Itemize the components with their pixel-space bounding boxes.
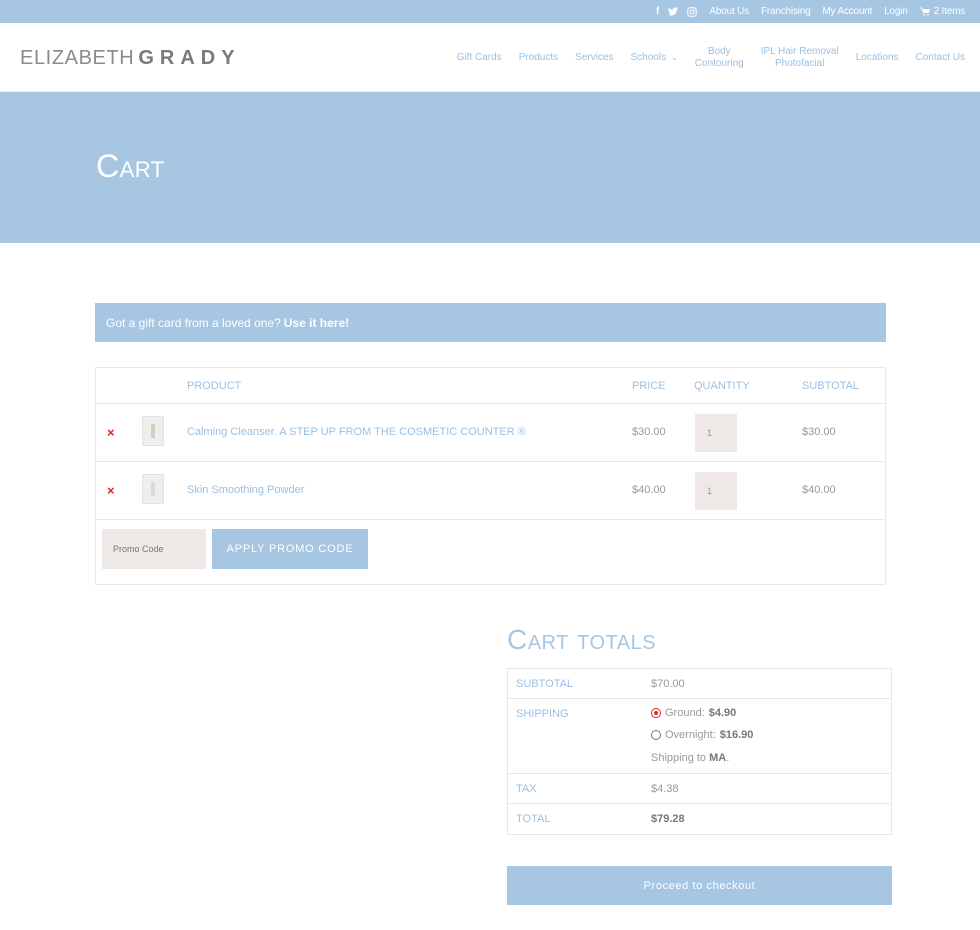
header-price: PRICE	[632, 380, 666, 392]
nav-body-line2: Contouring	[694, 57, 744, 69]
top-links: About Us Franchising My Account Login 2 …	[709, 6, 965, 17]
gift-card-notice-text: Got a gift card from a loved one?	[106, 315, 281, 330]
site-logo[interactable]: ELIZABETH GRADY	[20, 47, 241, 70]
subtotal-label: SUBTOTAL	[516, 678, 574, 690]
cart-count: 2 Items	[933, 6, 966, 17]
total-value: $79.28	[651, 813, 685, 825]
nav-ipl-line1: IPL Hair Removal	[760, 45, 839, 57]
cart-table: PRODUCT PRICE QUANTITY SUBTOTAL × Calmin…	[95, 367, 886, 585]
proceed-to-checkout-button[interactable]: Proceed to checkout	[507, 866, 892, 905]
nav-contact-us[interactable]: Contact Us	[916, 52, 965, 64]
cart-row: × Calming Cleanser. A STEP UP FROM THE C…	[96, 404, 885, 462]
nav-ipl-photofacial[interactable]: IPL Hair Removal Photofacial	[761, 46, 839, 70]
quantity-input[interactable]	[695, 472, 737, 510]
nav-locations[interactable]: Locations	[856, 52, 899, 64]
top-bar-inner: f About Us Franchising My Account Login …	[656, 0, 965, 23]
nav-products[interactable]: Products	[519, 52, 558, 64]
page-hero: Cart	[0, 92, 980, 243]
my-account-link[interactable]: My Account	[822, 6, 872, 17]
product-subtotal: $30.00	[802, 426, 836, 438]
shipping-radio-ground[interactable]	[651, 708, 661, 718]
shipping-overnight-label: Overnight:	[665, 729, 716, 741]
product-thumbnail[interactable]	[142, 474, 164, 504]
product-subtotal: $40.00	[802, 484, 836, 496]
about-us-link[interactable]: About Us	[709, 6, 749, 17]
header-product: PRODUCT	[187, 380, 242, 392]
nav-schools-label: Schools	[630, 51, 667, 63]
subtotal-value: $70.00	[651, 678, 685, 690]
login-link[interactable]: Login	[884, 6, 908, 17]
use-gift-card-link[interactable]: Use it here!	[284, 316, 349, 330]
product-name-link[interactable]: Skin Smoothing Powder	[187, 484, 304, 496]
cart-table-header: PRODUCT PRICE QUANTITY SUBTOTAL	[96, 368, 885, 404]
instagram-icon[interactable]	[687, 6, 698, 17]
shipping-label: SHIPPING	[516, 708, 569, 720]
totals-row-subtotal: SUBTOTAL $70.00	[508, 669, 891, 699]
cart-totals-table: SUBTOTAL $70.00 SHIPPING Ground: $4.90 O…	[507, 668, 892, 835]
header-subtotal: SUBTOTAL	[802, 380, 860, 392]
logo-first-word: ELIZABETH	[20, 47, 135, 69]
nav-gift-cards[interactable]: Gift Cards	[457, 52, 502, 64]
product-price: $30.00	[632, 426, 666, 438]
apply-promo-code-button[interactable]: APPLY PROMO CODE	[212, 529, 368, 569]
promo-code-input[interactable]	[102, 529, 206, 569]
site-header: ELIZABETH GRADY Gift Cards Products Servi…	[0, 23, 980, 92]
nav-body-contouring[interactable]: Body Contouring	[695, 46, 744, 70]
quantity-input[interactable]	[695, 414, 737, 452]
shipping-radio-overnight[interactable]	[651, 730, 661, 740]
cart-row: × Skin Smoothing Powder $40.00 $40.00	[96, 462, 885, 520]
tax-label: TAX	[516, 783, 537, 795]
chevron-down-icon: ⌄	[671, 52, 678, 62]
cart-icon	[919, 7, 930, 16]
facebook-icon[interactable]: f	[656, 6, 659, 17]
shipping-option-ground[interactable]: Ground: $4.90	[651, 707, 736, 719]
totals-row-tax: TAX $4.38	[508, 774, 891, 804]
cart-link[interactable]: 2 Items	[919, 6, 966, 17]
product-price: $40.00	[632, 484, 666, 496]
nav-schools[interactable]: Schools ⌄	[631, 52, 678, 64]
gift-card-notice: Got a gift card from a loved one? Use it…	[95, 303, 886, 342]
nav-body-line1: Body	[707, 45, 731, 57]
shipping-ground-price: $4.90	[708, 707, 737, 719]
totals-row-shipping: SHIPPING Ground: $4.90 Overnight: $16.90…	[508, 699, 891, 774]
product-name-link[interactable]: Calming Cleanser. A STEP UP FROM THE COS…	[187, 426, 526, 438]
product-thumbnail[interactable]	[142, 416, 164, 446]
totals-row-total: TOTAL $79.28	[508, 804, 891, 834]
shipping-overnight-price: $16.90	[719, 729, 754, 741]
shipping-option-overnight[interactable]: Overnight: $16.90	[651, 729, 753, 741]
remove-item-button[interactable]: ×	[107, 484, 115, 498]
social-links: f	[656, 6, 698, 17]
shipping-to-prefix: Shipping to	[651, 752, 707, 764]
nav-services[interactable]: Services	[575, 52, 613, 64]
remove-item-button[interactable]: ×	[107, 426, 115, 440]
shipping-ground-label: Ground:	[665, 707, 705, 719]
logo-second-word: GRADY	[138, 47, 241, 69]
twitter-icon[interactable]	[668, 7, 679, 16]
franchising-link[interactable]: Franchising	[761, 6, 811, 17]
tax-value: $4.38	[651, 783, 679, 795]
main-nav: Gift Cards Products Services Schools ⌄ Bo…	[457, 23, 965, 92]
top-bar: f About Us Franchising My Account Login …	[0, 0, 980, 23]
page-title: Cart	[96, 148, 165, 184]
header-quantity: QUANTITY	[694, 380, 750, 392]
shipping-destination: Shipping to MA.	[651, 752, 730, 764]
total-label: TOTAL	[516, 813, 551, 825]
nav-ipl-line2: Photofacial	[774, 57, 825, 69]
cart-totals-title: Cart totals	[507, 624, 657, 655]
shipping-to-state: MA	[709, 752, 727, 764]
